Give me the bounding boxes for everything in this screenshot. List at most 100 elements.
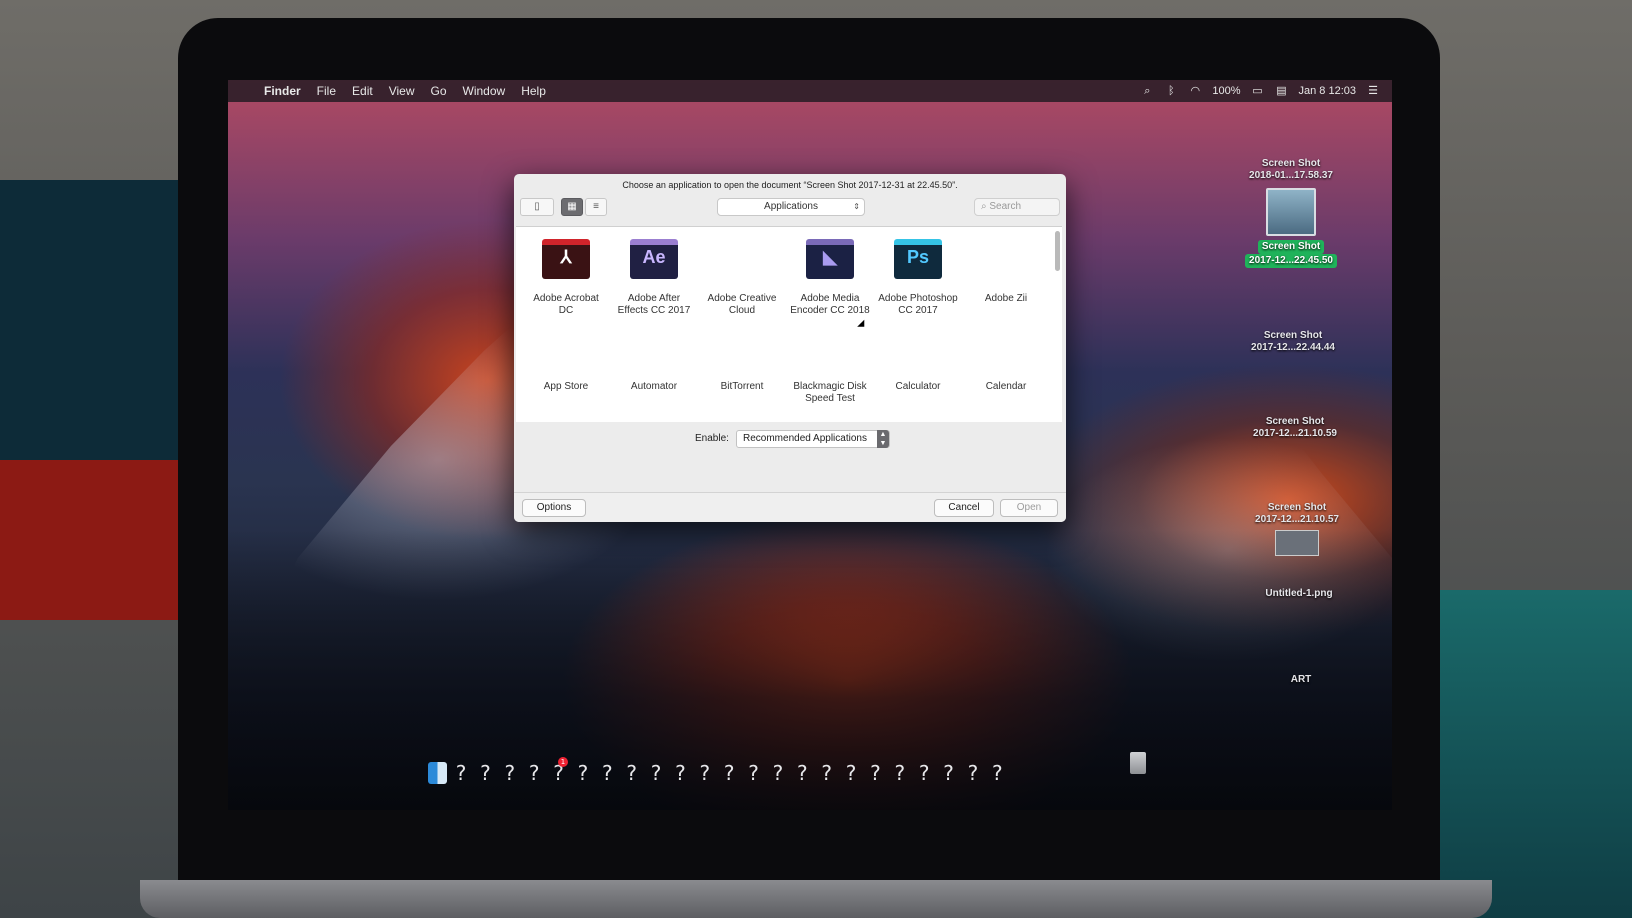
desktop-folder[interactable]: ART [1246, 674, 1356, 686]
location-popup[interactable]: Applications ⇕ [717, 198, 865, 216]
dock-app-placeholder-icon[interactable]: ? [840, 761, 861, 785]
enable-select-value: Recommended Applications [743, 433, 867, 444]
list-view-button[interactable]: ≡ [585, 198, 607, 216]
menu-bar: Finder File Edit View Go Window Help ⌕ ᛒ… [228, 80, 1392, 102]
app-item-adobe-acrobat[interactable]: ⅄ Adobe Acrobat DC [522, 239, 610, 317]
bluetooth-icon[interactable]: ᛒ [1164, 85, 1178, 97]
dock-app-placeholder-icon[interactable]: ? [450, 761, 471, 785]
creative-cloud-icon [718, 239, 766, 279]
after-effects-icon: Ae [630, 239, 678, 279]
desktop-file-label: Screen Shot [1265, 416, 1325, 427]
finder-icon[interactable] [428, 762, 448, 784]
desktop-file[interactable]: Screen Shot 2018-01...17.58.37 Screen Sh… [1236, 158, 1346, 268]
app-item-bittorrent[interactable]: BitTorrent [698, 327, 786, 393]
dock-app-placeholder-icon[interactable]: ? [719, 761, 740, 785]
app-item-blackmagic[interactable]: Blackmagic Disk Speed Test [786, 327, 874, 405]
open-button[interactable]: Open [1000, 499, 1058, 517]
dock-app-placeholder-icon[interactable]: ? [865, 761, 886, 785]
laptop-screen: Finder File Edit View Go Window Help ⌕ ᛒ… [228, 80, 1392, 810]
menu-view[interactable]: View [389, 84, 415, 98]
app-item-adobe-zii[interactable]: Adobe Zii [962, 239, 1050, 305]
location-label: Applications [764, 201, 818, 212]
dialog-toolbar: ▯ ▦ ≡ Applications ⇕ ⌕ Search [514, 196, 1066, 218]
app-item-photoshop[interactable]: Ps Adobe Photoshop CC 2017 [874, 239, 962, 317]
app-label: BitTorrent [720, 381, 764, 392]
dock-app-placeholder-icon[interactable]: ? [938, 761, 959, 785]
app-store-icon [542, 327, 590, 367]
menu-edit[interactable]: Edit [352, 84, 373, 98]
app-label: Effects CC 2017 [617, 305, 691, 316]
app-item-creative-cloud[interactable]: Adobe Creative Cloud [698, 239, 786, 317]
trash-icon[interactable] [1130, 752, 1146, 774]
search-field[interactable]: ⌕ Search [974, 198, 1060, 216]
status-area: ⌕ ᛒ ◠ 100% ▭ ▤ Jan 8 12:03 ☰ [1140, 80, 1380, 102]
dock-app-placeholder-icon[interactable]: ? [987, 761, 1008, 785]
dock-app-placeholder-icon[interactable]: ? [524, 761, 545, 785]
dock-app-placeholder-icon[interactable]: ? [743, 761, 764, 785]
dock-app-placeholder-icon[interactable]: ? 1 [548, 757, 569, 785]
dock-app-placeholder-icon[interactable]: ? [889, 761, 910, 785]
desktop-file[interactable]: Screen Shot 2017-12...22.44.44 [1238, 330, 1348, 354]
battery-percent[interactable]: 100% [1212, 85, 1240, 97]
search-placeholder: Search [989, 201, 1022, 212]
desktop-file[interactable]: Screen Shot 2017-12...21.10.57 [1242, 502, 1352, 560]
dock-app-placeholder-icon[interactable]: ? [645, 761, 666, 785]
menu-file[interactable]: File [317, 84, 336, 98]
photoshop-icon: Ps [894, 239, 942, 279]
desk-left [0, 460, 200, 620]
laptop-base [140, 880, 1492, 918]
dock-app-placeholder-icon[interactable]: ? [499, 761, 520, 785]
dock-app-placeholder-icon[interactable]: ? [694, 761, 715, 785]
dock-app-placeholder-icon[interactable]: ? [792, 761, 813, 785]
clock[interactable]: Jan 8 12:03 [1299, 85, 1357, 97]
dock-app-placeholder-icon[interactable]: ? [914, 761, 935, 785]
app-item-app-store[interactable]: App Store [522, 327, 610, 393]
file-thumbnail [1275, 530, 1319, 556]
sidebar-toggle-button[interactable]: ▯ [520, 198, 554, 216]
dock-app-placeholder-icon[interactable]: ? [475, 761, 496, 785]
adobe-acrobat-icon: ⅄ [542, 239, 590, 279]
menu-window[interactable]: Window [463, 84, 506, 98]
adobe-zii-icon [982, 239, 1030, 279]
dock-app-placeholder-icon[interactable]: ? [816, 761, 837, 785]
desktop-file-label: Screen Shot [1261, 158, 1321, 169]
grid-scrollbar[interactable] [1055, 231, 1060, 271]
dock-app-placeholder-icon[interactable]: ? [962, 761, 983, 785]
dock-app-placeholder-icon[interactable]: ? [670, 761, 691, 785]
media-encoder-icon: ◣ [806, 239, 854, 279]
dock-app-placeholder-icon[interactable]: ? [572, 761, 593, 785]
app-label: Adobe Creative [707, 293, 777, 304]
dock-badge: 1 [557, 757, 568, 767]
desktop-file[interactable]: Untitled-1.png [1244, 588, 1354, 600]
desktop-file[interactable]: Screen Shot 2017-12...21.10.59 [1240, 416, 1350, 440]
menu-help[interactable]: Help [521, 84, 546, 98]
dock-app-placeholder-icon[interactable]: ? [767, 761, 788, 785]
menu-go[interactable]: Go [431, 84, 447, 98]
enable-select[interactable]: Recommended Applications ▲ ▼ [736, 430, 890, 448]
notification-center-icon[interactable]: ☰ [1366, 85, 1380, 97]
app-item-after-effects[interactable]: Ae Adobe After Effects CC 2017 [610, 239, 698, 317]
app-item-media-encoder[interactable]: ◣ Adobe Media Encoder CC 2018 [786, 239, 874, 317]
desktop-folder-label: ART [1290, 674, 1312, 685]
battery-icon[interactable]: ▭ [1251, 85, 1265, 97]
dock-app-placeholder-icon[interactable]: ? [621, 761, 642, 785]
menu-app-name[interactable]: Finder [264, 84, 301, 98]
app-label: Adobe Media [800, 293, 860, 304]
cancel-button[interactable]: Cancel [934, 499, 994, 517]
app-item-automator[interactable]: Automator [610, 327, 698, 393]
desktop-file-label: 2017-12...21.10.59 [1253, 428, 1337, 439]
selected-file-label: 2017-12...22.45.50 [1245, 254, 1337, 268]
app-item-calendar[interactable]: Calendar [962, 327, 1050, 393]
updown-arrows-icon: ▲ ▼ [877, 430, 889, 448]
icon-view-button[interactable]: ▦ [561, 198, 583, 216]
flag-icon[interactable]: ▤ [1275, 85, 1289, 97]
wifi-icon[interactable]: ◠ [1188, 85, 1202, 97]
enable-row: Enable: Recommended Applications ▲ ▼ [514, 426, 1066, 452]
dock-app-placeholder-icon[interactable]: ? [597, 761, 618, 785]
spotlight-icon[interactable]: ⌕ [1140, 85, 1154, 97]
desktop-file-label: Screen Shot [1267, 502, 1327, 513]
app-item-calculator[interactable]: Calculator [874, 327, 962, 393]
options-button[interactable]: Options [522, 499, 586, 517]
app-label: Calculator [895, 381, 941, 392]
automator-icon [630, 327, 678, 367]
